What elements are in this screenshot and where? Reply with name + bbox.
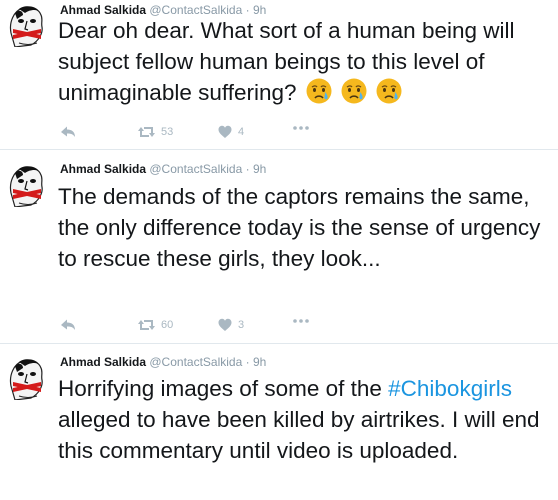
like-button[interactable]: 3 [218,318,244,332]
tweet: Ahmad Salkida @ContactSalkida · 9h Dear … [0,0,558,150]
retweet-icon [138,319,155,331]
reply-button[interactable] [60,125,76,138]
tweet-text-content: Dear oh dear. What sort of a human being… [58,18,515,105]
tweet-actions: 60 3 [60,318,360,338]
heart-icon [218,125,232,138]
author-name[interactable]: Ahmad Salkida [60,355,146,369]
retweet-button[interactable]: 60 [138,318,173,332]
hashtag-link[interactable]: #Chibokgirls [388,376,512,401]
author-name[interactable]: Ahmad Salkida [60,162,146,176]
avatar[interactable] [5,356,49,400]
more-button[interactable] [293,125,309,131]
retweet-count: 60 [161,319,174,331]
tweet-header: Ahmad Salkida @ContactSalkida · 9h [60,162,266,176]
tweet-text: The demands of the captors remains the s… [58,181,550,274]
tweet-text-content: The demands of the captors remains the s… [58,184,541,271]
tweet-text: Horrifying images of some of the #Chibok… [58,373,550,466]
reply-button[interactable] [60,318,76,331]
crying-face-emoji [375,78,402,104]
retweet-button[interactable]: 53 [138,125,173,139]
more-icon [293,319,309,323]
avatar[interactable] [5,163,49,207]
retweet-count: 53 [161,126,174,138]
like-button[interactable]: 4 [218,125,244,139]
like-count: 4 [238,126,245,138]
tweet-header: Ahmad Salkida @ContactSalkida · 9h [60,355,266,369]
tweet-text-after: alleged to have been killed by airtrikes… [58,407,540,463]
avatar[interactable] [5,3,49,47]
author-handle[interactable]: @ContactSalkida [149,162,242,176]
separator: · [245,162,250,176]
more-icon [293,126,309,130]
tweet: Ahmad Salkida @ContactSalkida · 9h The d… [0,150,558,344]
heart-icon [218,318,232,331]
tweet-text: Dear oh dear. What sort of a human being… [58,15,550,108]
tweet: Ahmad Salkida @ContactSalkida · 9h Horri… [0,344,558,500]
timestamp[interactable]: 9h [253,162,266,176]
separator: · [245,355,250,369]
timestamp[interactable]: 9h [253,355,266,369]
like-count: 3 [238,319,245,331]
crying-face-emoji [305,78,332,104]
tweet-text-before: Horrifying images of some of the [58,376,389,401]
reply-icon [61,126,75,137]
reply-icon [61,319,75,330]
more-button[interactable] [293,318,309,324]
crying-face-emoji [340,78,367,104]
retweet-icon [138,126,155,138]
tweet-actions: 53 4 [60,125,360,145]
author-handle[interactable]: @ContactSalkida [149,355,242,369]
